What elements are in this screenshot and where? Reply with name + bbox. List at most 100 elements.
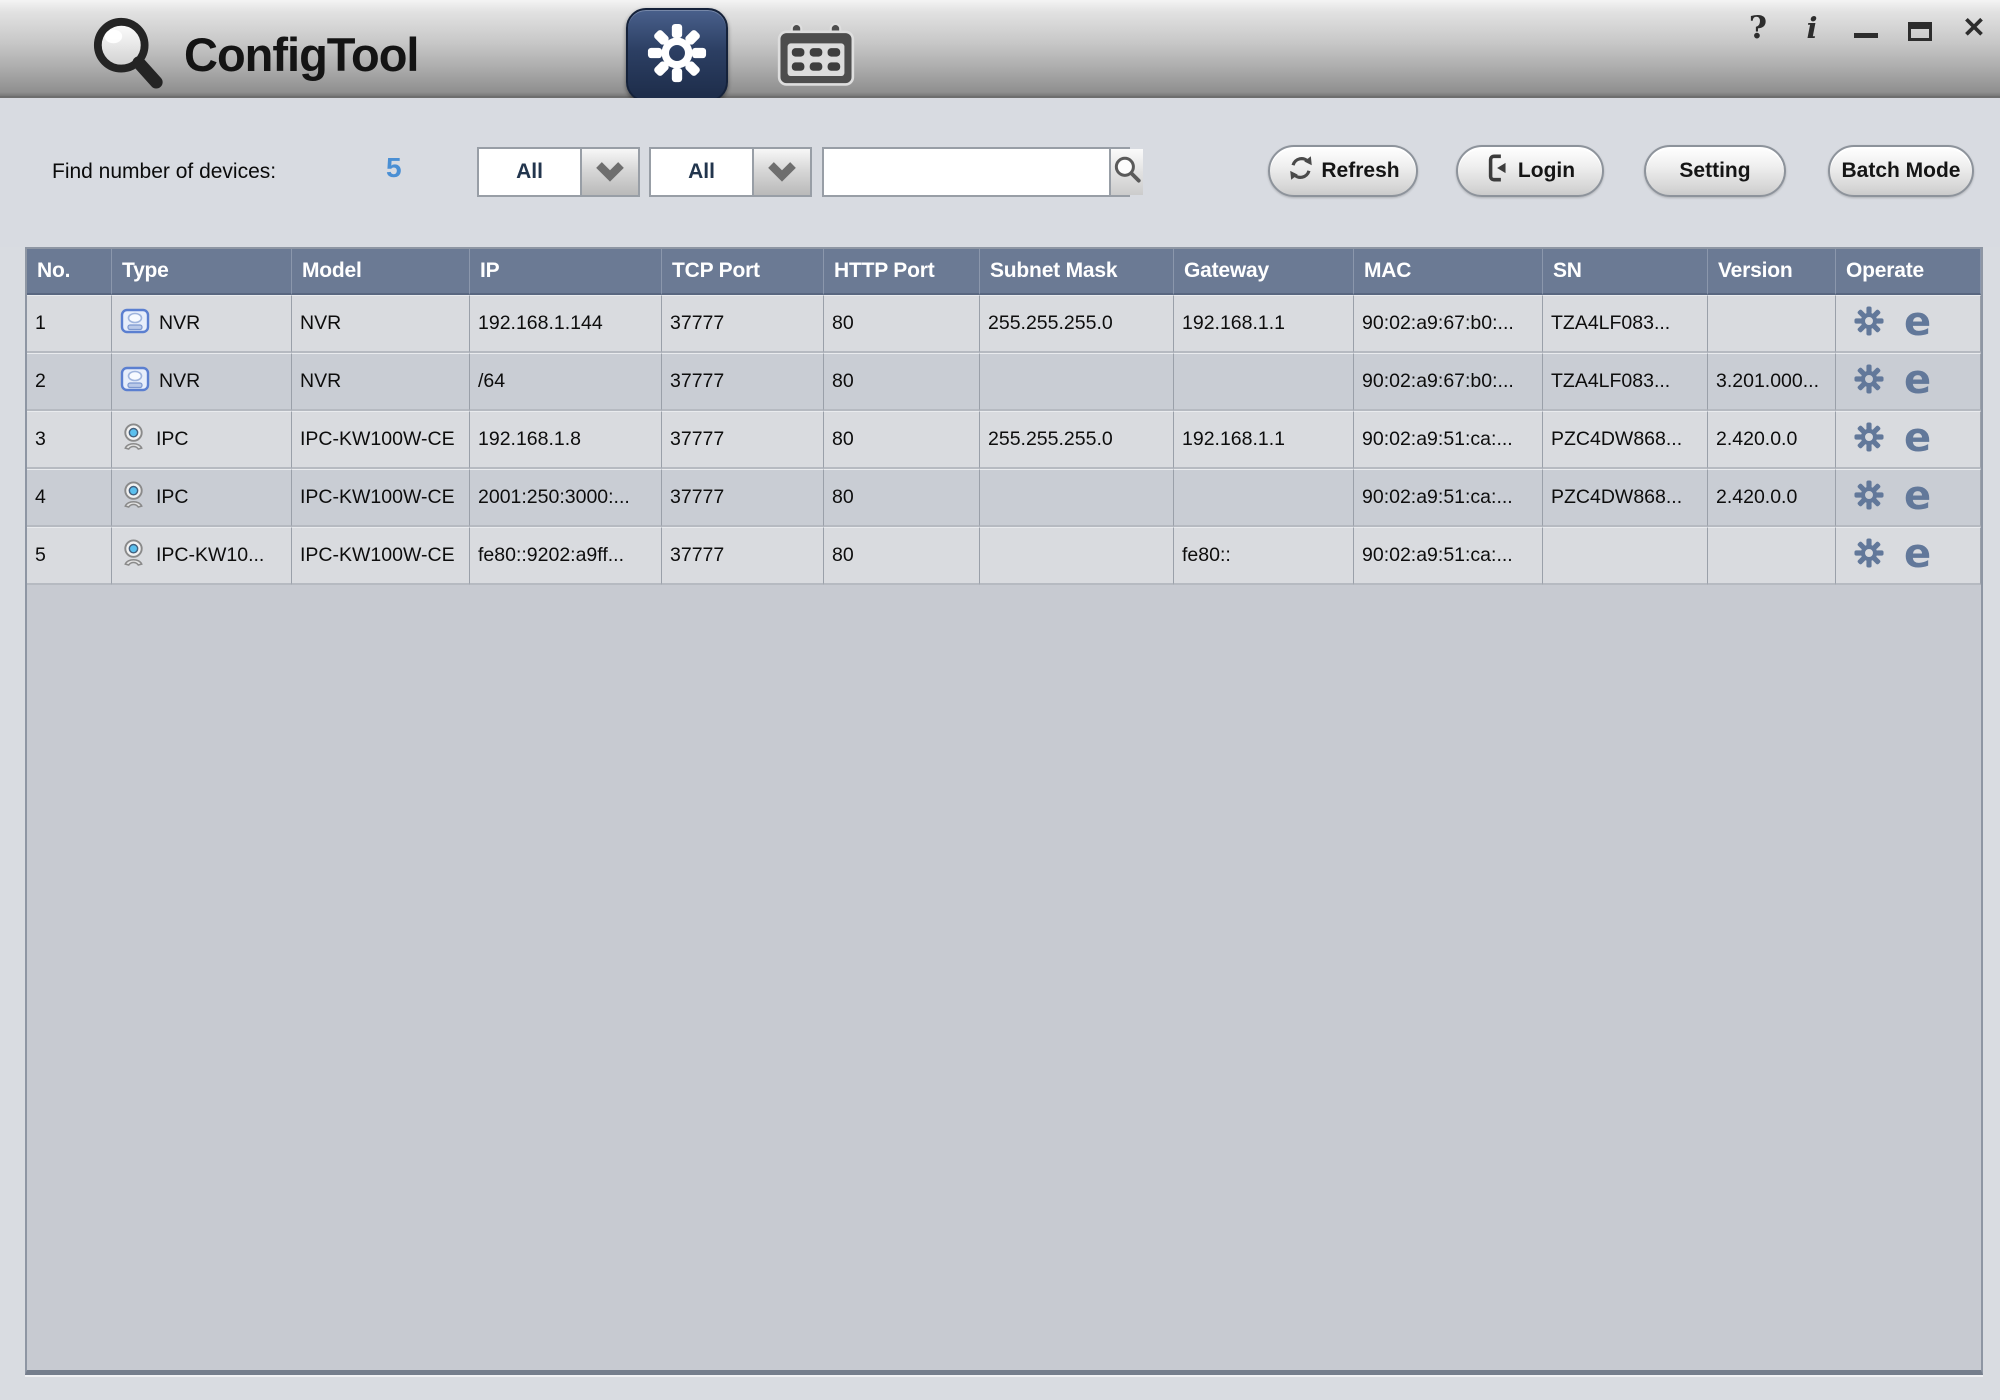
cell-model: NVR [300, 312, 342, 334]
cell-ip: fe80::9202:a9ff... [478, 544, 625, 566]
column-header-gateway[interactable]: Gateway [1174, 249, 1354, 295]
refresh-button[interactable]: Refresh [1268, 145, 1418, 197]
info-icon[interactable]: i [1798, 11, 1826, 45]
column-header-mac[interactable]: MAC [1354, 249, 1543, 295]
column-header-sn[interactable]: SN [1543, 249, 1708, 295]
operate-settings-gear-icon[interactable] [1854, 363, 1884, 400]
column-header-version[interactable]: Version [1708, 249, 1836, 295]
cell-version: 2.420.0.0 [1716, 428, 1798, 450]
nvr-icon [120, 365, 150, 399]
cell-sn: TZA4LF083... [1551, 370, 1671, 392]
cell-mac: 90:02:a9:67:b0:... [1362, 370, 1514, 392]
column-header-type[interactable]: Type [112, 249, 292, 295]
cell-no: 1 [35, 312, 46, 334]
cell-sn: TZA4LF083... [1551, 312, 1671, 334]
close-icon[interactable]: ✕ [1960, 11, 1988, 45]
device-table-container: No. Type Model IP TCP Port HTTP Port Subnet Ma… [25, 247, 1983, 1375]
cell-gateway: 192.168.1.1 [1182, 312, 1286, 334]
maximize-icon[interactable] [1906, 11, 1934, 45]
table-row[interactable]: 5 IPC-KW10... IPC-KW100W-CE fe80::9202:a… [27, 527, 1981, 585]
column-header-http-port[interactable]: HTTP Port [824, 249, 980, 295]
magnifier-logo-icon [86, 14, 174, 95]
search-input[interactable] [824, 149, 1109, 195]
minimize-icon[interactable] [1852, 11, 1880, 45]
device-count-value: 5 [386, 152, 402, 183]
cell-mac: 90:02:a9:51:ca:... [1362, 544, 1513, 566]
tab-calendar[interactable] [770, 22, 862, 92]
tab-settings[interactable] [626, 8, 728, 102]
table-row[interactable]: 4 IPC IPC-KW100W-CE 2001:250:3000:... 37… [27, 469, 1981, 527]
filter-dropdown-1[interactable]: All [477, 147, 640, 197]
search-icon [1111, 154, 1143, 191]
ipc-icon [120, 422, 147, 457]
cell-http-port: 80 [832, 486, 854, 508]
ie-browser-icon[interactable]: e [1904, 302, 1931, 342]
ipc-icon [120, 480, 147, 515]
cell-no: 4 [35, 486, 46, 508]
toolbar: Find number of devices: 5 All All Refres… [0, 98, 2000, 247]
column-header-tcp-port[interactable]: TCP Port [662, 249, 824, 295]
login-button-label: Login [1517, 159, 1576, 182]
help-icon[interactable]: ? [1744, 11, 1772, 45]
cell-type: NVR [159, 312, 201, 334]
search-box [822, 147, 1143, 197]
cell-ip: 192.168.1.144 [478, 312, 603, 334]
window-controls: ? i ✕ [1744, 6, 1988, 50]
table-row[interactable]: 1 NVR NVR 192.168.1.144 37777 80 255.255… [27, 295, 1981, 353]
column-header-ip[interactable]: IP [470, 249, 662, 295]
filter-dropdown-2[interactable]: All [649, 147, 812, 197]
cell-mac: 90:02:a9:51:ca:... [1362, 486, 1513, 508]
login-button[interactable]: Login [1456, 145, 1604, 197]
cell-gateway: 192.168.1.1 [1182, 428, 1286, 450]
cell-subnet-mask: 255.255.255.0 [988, 428, 1113, 450]
search-button[interactable] [1109, 149, 1143, 195]
ie-browser-icon[interactable]: e [1904, 476, 1931, 516]
cell-tcp-port: 37777 [670, 428, 725, 450]
device-count-label: Find number of devices: [52, 160, 277, 183]
login-icon [1485, 153, 1513, 189]
ie-browser-icon[interactable]: e [1904, 418, 1931, 458]
cell-no: 3 [35, 428, 46, 450]
table-row[interactable]: 2 NVR NVR /64 37777 80 90:02:a9:67:b0:..… [27, 353, 1981, 411]
cell-no: 2 [35, 370, 46, 392]
cell-type: IPC-KW10... [156, 544, 265, 566]
ie-browser-icon[interactable]: e [1904, 534, 1931, 574]
batch-mode-button[interactable]: Batch Mode [1828, 145, 1974, 197]
app-title: ConfigTool [184, 28, 419, 81]
cell-type: NVR [159, 370, 201, 392]
chevron-down-icon[interactable] [752, 149, 810, 195]
app-logo: ConfigTool [86, 14, 419, 95]
column-header-subnet-mask[interactable]: Subnet Mask [980, 249, 1174, 295]
cell-http-port: 80 [832, 312, 854, 334]
ie-browser-icon[interactable]: e [1904, 360, 1931, 400]
cell-model: IPC-KW100W-CE [300, 544, 455, 566]
column-header-model[interactable]: Model [292, 249, 470, 295]
refresh-button-label: Refresh [1321, 159, 1400, 182]
cell-ip: 192.168.1.8 [478, 428, 582, 450]
table-row[interactable]: 3 IPC IPC-KW100W-CE 192.168.1.8 37777 80… [27, 411, 1981, 469]
setting-button[interactable]: Setting [1644, 145, 1786, 197]
cell-model: IPC-KW100W-CE [300, 486, 455, 508]
operate-settings-gear-icon[interactable] [1854, 537, 1884, 574]
device-table: No. Type Model IP TCP Port HTTP Port Subnet Ma… [27, 249, 1981, 585]
cell-tcp-port: 37777 [670, 312, 725, 334]
cell-mac: 90:02:a9:67:b0:... [1362, 312, 1514, 334]
operate-settings-gear-icon[interactable] [1854, 305, 1884, 342]
cell-sn: PZC4DW868... [1551, 486, 1683, 508]
calendar-icon [776, 22, 856, 93]
operate-settings-gear-icon[interactable] [1854, 479, 1884, 516]
column-header-operate[interactable]: Operate [1836, 249, 1981, 295]
cell-ip: /64 [478, 370, 506, 392]
cell-tcp-port: 37777 [670, 370, 725, 392]
cell-http-port: 80 [832, 544, 854, 566]
cell-http-port: 80 [832, 428, 854, 450]
table-header-row: No. Type Model IP TCP Port HTTP Port Subnet Ma… [27, 249, 1981, 295]
filter-dropdown-2-value: All [651, 149, 752, 195]
chevron-down-icon[interactable] [580, 149, 638, 195]
operate-settings-gear-icon[interactable] [1854, 421, 1884, 458]
ipc-icon [120, 538, 147, 573]
cell-tcp-port: 37777 [670, 486, 725, 508]
batch-mode-button-label: Batch Mode [1841, 159, 1961, 182]
column-header-no-[interactable]: No. [27, 249, 112, 295]
cell-tcp-port: 37777 [670, 544, 725, 566]
